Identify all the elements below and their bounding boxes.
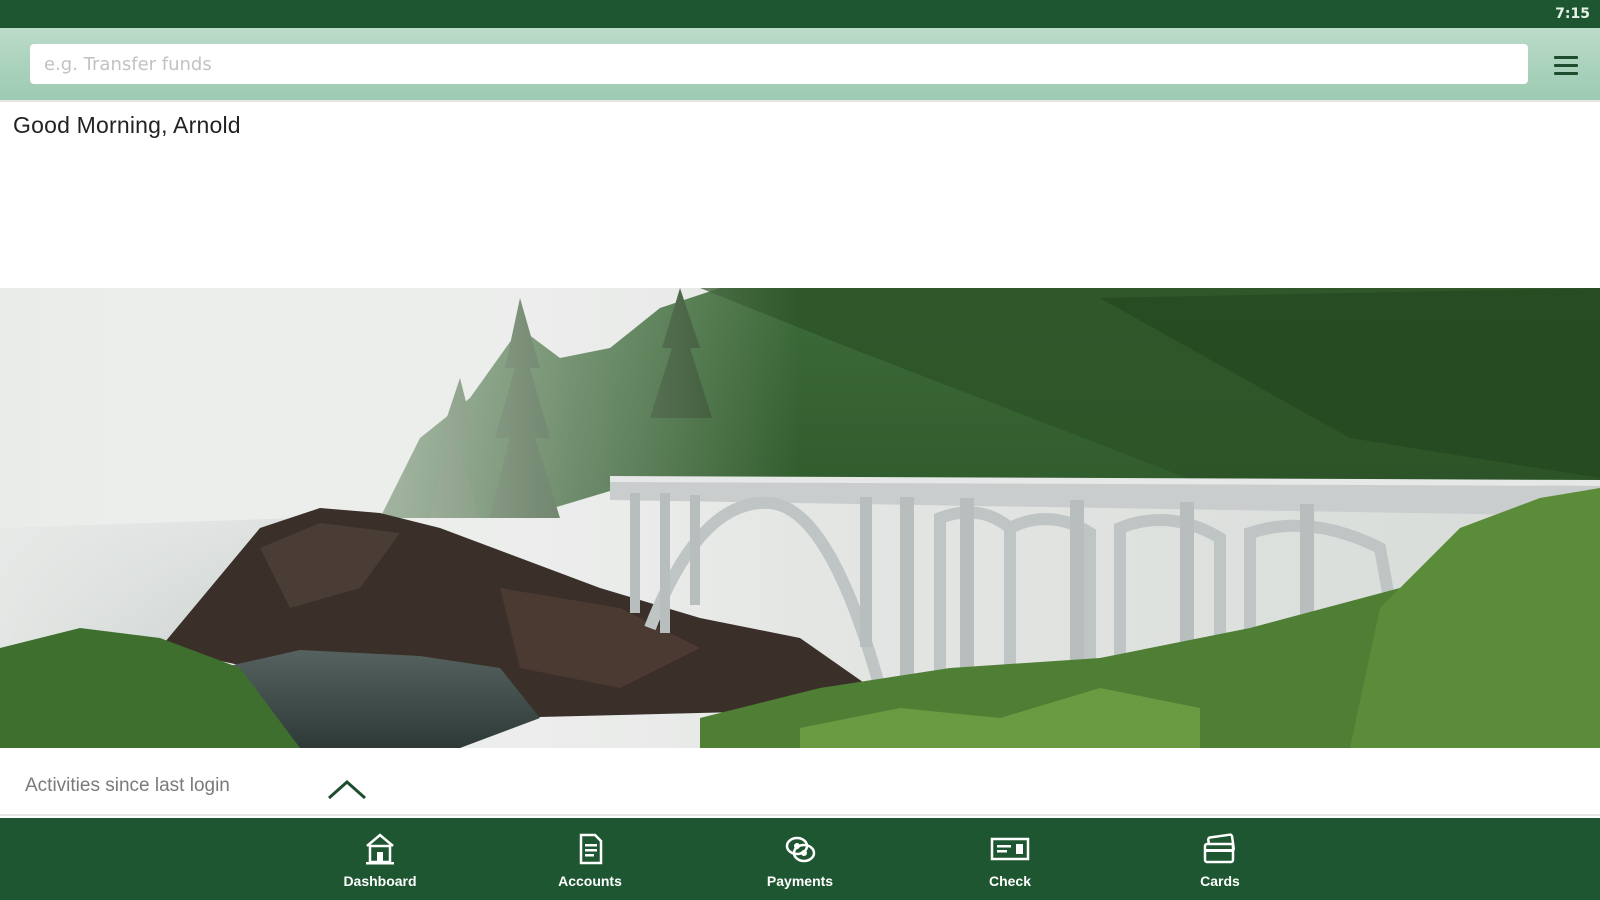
chevron-up-icon[interactable] [325, 774, 369, 802]
nav-label: Cards [1200, 873, 1240, 889]
home-icon [366, 833, 394, 865]
status-time: 7:15 [1555, 6, 1590, 22]
coastal-bridge-photo [0, 288, 1600, 748]
activities-label: Activities since last login [25, 775, 230, 796]
nav-check[interactable]: Check [945, 818, 1075, 900]
nav-label: Payments [766, 873, 834, 889]
menu-line [1554, 55, 1578, 59]
payments-icon [785, 836, 816, 863]
activities-panel: Activities since last login [0, 748, 1600, 816]
nav-dashboard[interactable]: Dashboard [315, 818, 445, 900]
search-input[interactable] [30, 44, 1528, 84]
menu-line [1554, 63, 1578, 67]
search-header [0, 28, 1600, 102]
nav-accounts[interactable]: Accounts [525, 818, 655, 900]
greeting-text: Good Morning, Arnold [13, 112, 241, 138]
nav-payments[interactable]: Payments [735, 818, 865, 900]
status-bar: 7:15 [0, 0, 1600, 28]
nav-cards[interactable]: Cards [1155, 818, 1285, 900]
cards-icon [1203, 833, 1235, 864]
banking-app: 7:15 Good Morning, Arnold [0, 0, 1600, 900]
nav-label: Dashboard [343, 873, 417, 889]
nav-label: Accounts [558, 873, 622, 889]
document-icon [579, 833, 603, 865]
check-icon [990, 837, 1030, 861]
hero-image [0, 288, 1600, 748]
hamburger-menu-icon[interactable] [1550, 51, 1582, 79]
bottom-nav: Dashboard Accounts Payments Check Cards [0, 818, 1600, 900]
menu-line [1554, 71, 1578, 75]
nav-label: Check [988, 873, 1032, 889]
